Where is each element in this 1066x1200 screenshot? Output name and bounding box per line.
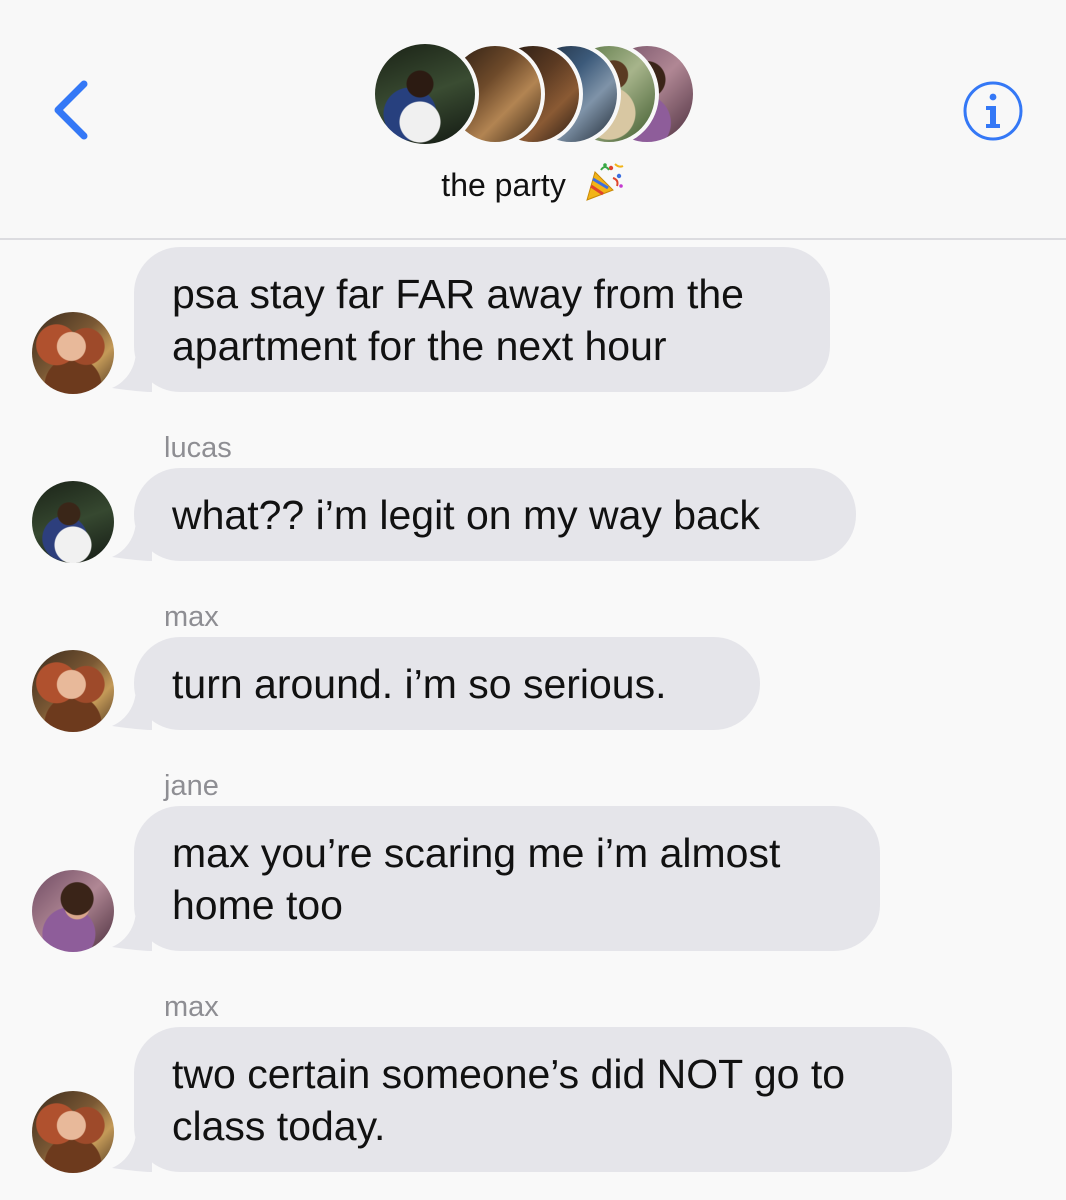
avatar-jane[interactable] [32,870,114,952]
avatar-lucas[interactable] [32,481,114,563]
sender-name: lucas [164,432,232,464]
info-icon [963,81,1023,141]
message-text-line: apartment for the next hour [172,322,667,369]
message-bubble[interactable]: turn around. i’m so serious. [134,637,760,730]
message-bubble[interactable]: what?? i’m legit on my way back [134,468,856,561]
avatar-max[interactable] [32,312,114,394]
conversation-header: the party [0,0,1066,240]
message-text-line: what?? i’m legit on my way back [172,491,760,538]
info-button[interactable] [962,80,1024,142]
sender-name: max [164,991,219,1023]
back-button[interactable] [44,74,104,144]
message-bubble[interactable]: two certain someone’s did NOT go to clas… [134,1027,952,1172]
bubble-tail [112,1130,152,1172]
avatar-max[interactable] [32,1091,114,1173]
message-text-line: psa stay far FAR away from the [172,270,744,317]
chevron-left-icon [54,80,88,140]
party-popper-icon [581,160,625,212]
bubble-tail [112,688,152,730]
group-name: the party [441,167,566,203]
message-text-line: two certain someone’s did NOT go to [172,1050,846,1097]
group-member-avatar [371,40,479,148]
bubble-tail [112,909,152,951]
group-avatar-stack[interactable] [371,38,701,148]
bubble-tail [112,519,152,561]
message-text-line: max you’re scaring me i’m almost [172,829,781,876]
group-title[interactable]: the party [0,160,1066,212]
message-text-line: turn around. i’m so serious. [172,660,667,707]
message-text-line: class today. [172,1102,386,1149]
sender-name: jane [164,770,219,802]
message-bubble[interactable]: psa stay far FAR away from the apartment… [134,247,830,392]
message-text-line: home too [172,881,343,928]
avatar-max[interactable] [32,650,114,732]
bubble-tail [112,350,152,392]
sender-name: max [164,601,219,633]
message-bubble[interactable]: max you’re scaring me i’m almost home to… [134,806,880,951]
